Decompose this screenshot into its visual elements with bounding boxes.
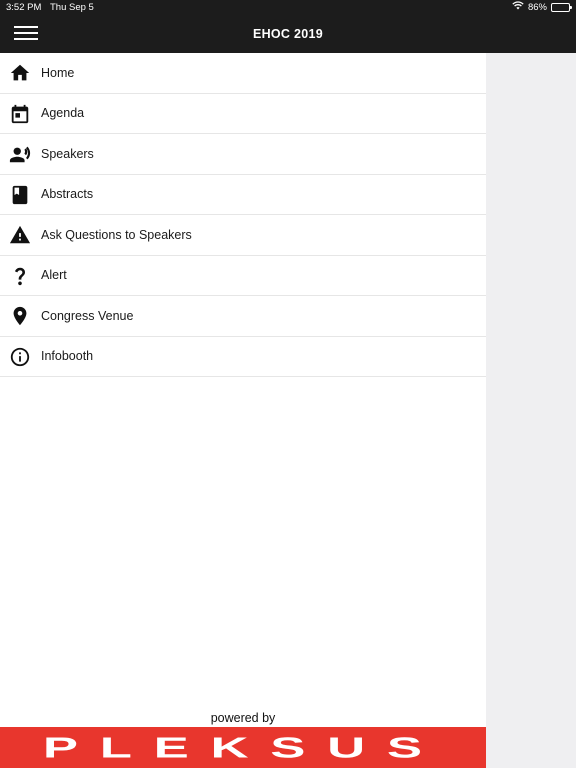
menu-line xyxy=(14,32,38,34)
battery-percent: 86% xyxy=(527,2,547,13)
page-title: EHOC 2019 xyxy=(252,27,324,41)
speaker-icon xyxy=(9,143,31,165)
powered-by-text: powered by xyxy=(210,711,276,725)
menu-item-label: Infobooth xyxy=(41,349,94,364)
pleksus-logo-banner[interactable]: PLEKSUS xyxy=(0,727,486,768)
brand-logo: PLEKSUS xyxy=(42,731,444,764)
menu-item-label: Agenda xyxy=(41,106,85,121)
status-time: 3:52 PM xyxy=(6,2,42,13)
menu-item-label: Home xyxy=(41,65,75,80)
hamburger-menu-button[interactable] xyxy=(14,26,38,42)
menu-item-congress-venue[interactable]: Congress Venue xyxy=(0,296,486,337)
info-icon xyxy=(9,346,31,368)
status-right: 86% xyxy=(512,0,572,15)
status-bar: 3:52 PM Thu Sep 5 86% xyxy=(0,0,576,15)
menu-item-abstracts[interactable]: Abstracts xyxy=(0,175,486,215)
menu-item-label: Congress Venue xyxy=(41,308,134,323)
battery-icon xyxy=(551,3,572,12)
question-icon xyxy=(9,265,31,287)
menu-item-label: Ask Questions to Speakers xyxy=(41,227,192,242)
dimmed-content-area[interactable] xyxy=(486,53,576,768)
menu-item-label: Alert xyxy=(41,268,67,283)
home-icon xyxy=(9,62,31,84)
status-date: Thu Sep 5 xyxy=(50,2,94,13)
warning-icon xyxy=(9,224,31,246)
menu-item-label: Abstracts xyxy=(41,187,94,202)
menu-item-infobooth[interactable]: Infobooth xyxy=(0,337,486,377)
side-drawer: Home Agenda Speakers Abstracts Ask Quest… xyxy=(0,53,486,768)
menu-item-label: Speakers xyxy=(41,146,94,161)
menu-line xyxy=(14,38,38,40)
menu-item-ask-questions[interactable]: Ask Questions to Speakers xyxy=(0,215,486,256)
menu-line xyxy=(14,26,38,28)
menu-item-alert[interactable]: Alert xyxy=(0,256,486,296)
calendar-icon xyxy=(9,103,31,125)
book-icon xyxy=(9,184,31,206)
location-pin-icon xyxy=(9,305,31,327)
menu-list: Home Agenda Speakers Abstracts Ask Quest… xyxy=(0,53,486,377)
menu-item-agenda[interactable]: Agenda xyxy=(0,94,486,134)
wifi-icon xyxy=(512,0,524,15)
nav-bar: EHOC 2019 xyxy=(0,15,576,53)
menu-item-home[interactable]: Home xyxy=(0,53,486,94)
menu-item-speakers[interactable]: Speakers xyxy=(0,134,486,175)
